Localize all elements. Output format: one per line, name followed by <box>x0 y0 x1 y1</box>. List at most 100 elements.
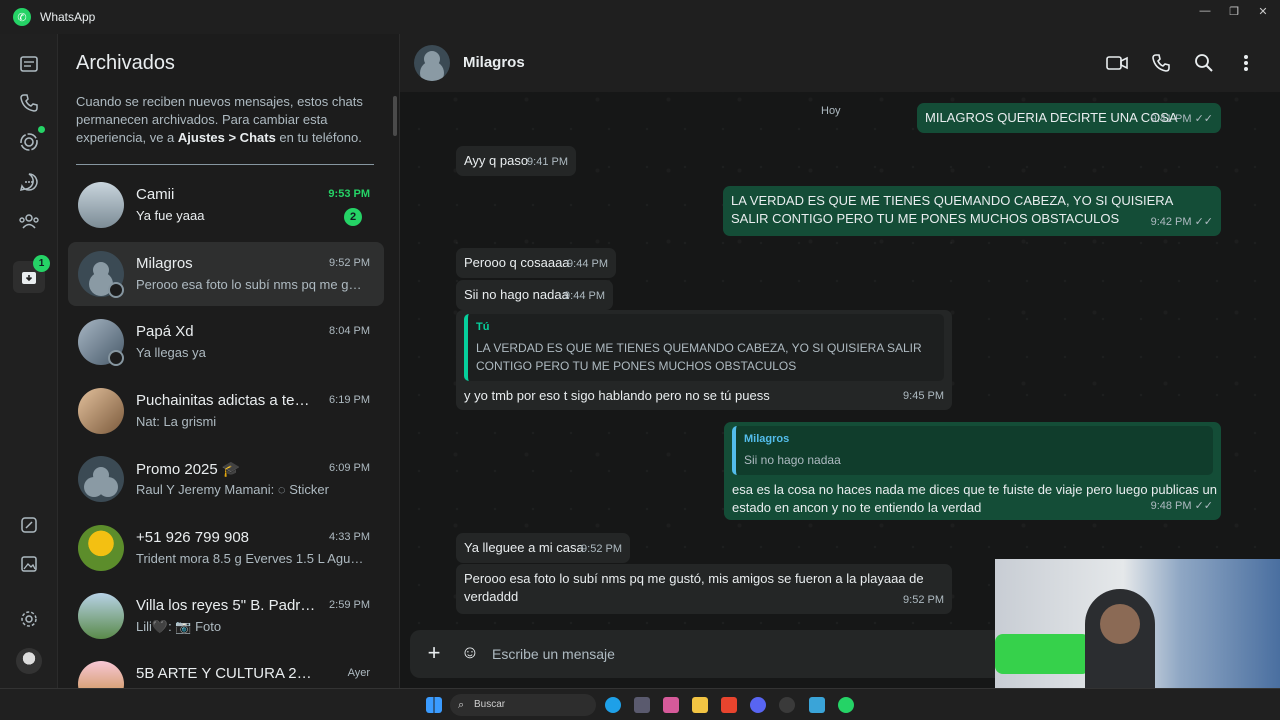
whatsapp-logo-icon: ✆ <box>13 8 31 26</box>
media-nav-button[interactable] <box>13 548 45 580</box>
chat-item-camii[interactable]: Camii 9:53 PM Ya fue yaaa 2 <box>68 173 384 237</box>
chat-item-5b-arte[interactable]: 5B ARTE Y CULTURA 2025 Ayer <box>68 652 384 688</box>
app-title: WhatsApp <box>40 10 96 24</box>
starred-nav-button[interactable] <box>13 509 45 541</box>
windows-start-icon[interactable] <box>426 697 442 713</box>
avatar <box>78 525 124 571</box>
archived-note: Cuando se reciben nuevos mensajes, estos… <box>76 94 363 145</box>
message-text: MILAGROS QUERIA DECIRTE UNA COSA <box>925 110 1178 125</box>
message-time: 9:52 PM <box>581 543 622 555</box>
chat-item-milagros[interactable]: Milagros 9:52 PM Perooo esa foto lo subí… <box>68 242 384 306</box>
message-text: esa es la cosa no haces nada me dices qu… <box>732 482 1217 515</box>
day-separator: Hoy <box>821 105 841 117</box>
message-text: Sii no hago nadaa <box>464 287 569 302</box>
chats-nav-button[interactable] <box>13 48 45 80</box>
chat-header: Milagros <box>400 34 1280 92</box>
contact-name[interactable]: Milagros <box>463 54 525 71</box>
profile-avatar[interactable] <box>16 648 42 674</box>
sticker-emoji-icon[interactable]: ☺ <box>458 642 482 666</box>
message-incoming[interactable]: Ya lleguee a mi casa 9:52 PM <box>456 533 630 563</box>
message-time: 9:41 PM <box>527 156 568 168</box>
chat-preview: Lili🖤: 📷 Foto <box>136 619 222 634</box>
phone-icon <box>20 94 38 112</box>
message-outgoing-reply[interactable]: Milagros Sii no hago nadaa esa es la cos… <box>724 422 1221 520</box>
webcam-overlay <box>995 559 1280 688</box>
message-outgoing[interactable]: MILAGROS QUERIA DECIRTE UNA COSA 9:41 PM… <box>917 103 1221 133</box>
chat-preview: Perooo esa foto lo subí nms pq me gust..… <box>136 277 366 292</box>
settings-nav-button[interactable] <box>13 603 45 635</box>
chat-item-phone-number[interactable]: +51 926 799 908 4:33 PM Trident mora 8.5… <box>68 516 384 580</box>
message-incoming[interactable]: Ayy q paso 9:41 PM <box>456 146 576 176</box>
message-time: 9:45 PM <box>903 390 944 402</box>
message-incoming[interactable]: Sii no hago nadaa 9:44 PM <box>456 280 613 310</box>
message-time: 9:44 PM <box>564 290 605 302</box>
chat-item-papa[interactable]: Papá Xd 8:04 PM Ya llegas ya <box>68 310 384 374</box>
phone-icon <box>1152 54 1170 72</box>
taskbar-search-label: Buscar <box>474 699 506 710</box>
message-text: y yo tmb por eso t sigo hablando pero no… <box>464 388 770 403</box>
store-icon[interactable] <box>634 697 650 713</box>
quoted-message[interactable]: Milagros Sii no hago nadaa <box>732 426 1213 475</box>
search-button[interactable] <box>1191 50 1217 76</box>
message-time: 9:42 PM ✓✓ <box>1150 216 1213 228</box>
taskbar-search[interactable]: ⌕ Buscar <box>450 694 596 716</box>
file-explorer-icon[interactable] <box>692 697 708 713</box>
notepad-icon[interactable] <box>809 697 825 713</box>
message-text: Perooo esa foto lo subí nms pq me gustó,… <box>464 571 924 604</box>
chat-time: 8:04 PM <box>329 325 370 337</box>
quoted-author: Milagros <box>744 433 790 445</box>
chat-preview: Nat: La grismi <box>136 414 217 429</box>
github-icon[interactable] <box>779 697 795 713</box>
message-incoming[interactable]: Perooo esa foto lo subí nms pq me gustó,… <box>456 564 952 614</box>
message-incoming-reply[interactable]: Tú LA VERDAD ES QUE ME TIENES QUEMANDO C… <box>456 310 952 410</box>
read-ticks-icon: ✓✓ <box>1194 500 1213 512</box>
close-button[interactable]: ✕ <box>1246 0 1280 22</box>
title-bar: ✆ WhatsApp — ❐ ✕ <box>0 0 1280 34</box>
menu-button[interactable] <box>1233 50 1259 76</box>
read-ticks-icon: ✓✓ <box>1194 216 1213 228</box>
message-time: 9:52 PM <box>903 594 944 606</box>
voice-call-button[interactable] <box>1148 50 1174 76</box>
avatar <box>78 661 124 688</box>
list-scrollbar[interactable] <box>393 96 397 136</box>
avatar <box>78 388 124 434</box>
avatar <box>78 593 124 639</box>
status-ring-icon <box>108 282 124 298</box>
chat-time: 9:53 PM <box>328 188 370 200</box>
gear-icon <box>21 611 37 627</box>
quoted-message[interactable]: Tú LA VERDAD ES QUE ME TIENES QUEMANDO C… <box>464 314 944 381</box>
video-call-button[interactable] <box>1104 50 1130 76</box>
office-icon[interactable] <box>663 697 679 713</box>
chats-icon <box>20 56 38 72</box>
discord-icon[interactable] <box>750 697 766 713</box>
chat-time: 6:09 PM <box>329 462 370 474</box>
brave-browser-icon[interactable] <box>721 697 737 713</box>
communities-nav-button[interactable] <box>13 205 45 237</box>
whatsapp-taskbar-icon[interactable] <box>838 697 854 713</box>
archived-pane: Archivados Cuando se reciben nuevos mens… <box>58 34 400 688</box>
nav-rail: 1 <box>0 34 58 688</box>
message-text: LA VERDAD ES QUE ME TIENES QUEMANDO CABE… <box>731 193 1173 226</box>
message-input[interactable] <box>492 640 992 668</box>
search-icon <box>1195 54 1213 72</box>
read-ticks-icon: ✓✓ <box>1194 113 1213 125</box>
edge-browser-icon[interactable] <box>605 697 621 713</box>
attach-plus-icon[interactable]: + <box>422 642 446 666</box>
calls-nav-button[interactable] <box>13 87 45 119</box>
more-vertical-icon <box>1244 55 1248 71</box>
chat-name: 5B ARTE Y CULTURA 2025 <box>136 665 316 682</box>
chat-item-puchainitas[interactable]: Puchainitas adictas a temu ... 6:19 PM N… <box>68 379 384 443</box>
chat-preview: Trident mora 8.5 g Everves 1.5 L Agua ..… <box>136 551 366 566</box>
message-outgoing[interactable]: LA VERDAD ES QUE ME TIENES QUEMANDO CABE… <box>723 186 1221 236</box>
message-incoming[interactable]: Perooo q cosaaaa 9:44 PM <box>456 248 616 278</box>
chat-time: 4:33 PM <box>329 531 370 543</box>
divider <box>76 164 374 165</box>
channels-nav-button[interactable] <box>13 166 45 198</box>
chat-item-promo[interactable]: Promo 2025 🎓 6:09 PM Raul Y Jeremy Maman… <box>68 447 384 511</box>
chat-name: +51 926 799 908 <box>136 529 250 546</box>
message-text: Ayy q paso <box>464 153 529 168</box>
chat-item-villa[interactable]: Villa los reyes 5" B. Padres ... 2:59 PM… <box>68 584 384 648</box>
message-text: Perooo q cosaaaa <box>464 255 570 270</box>
contact-avatar-icon[interactable] <box>414 45 450 81</box>
message-text: Ya lleguee a mi casa <box>464 540 584 555</box>
